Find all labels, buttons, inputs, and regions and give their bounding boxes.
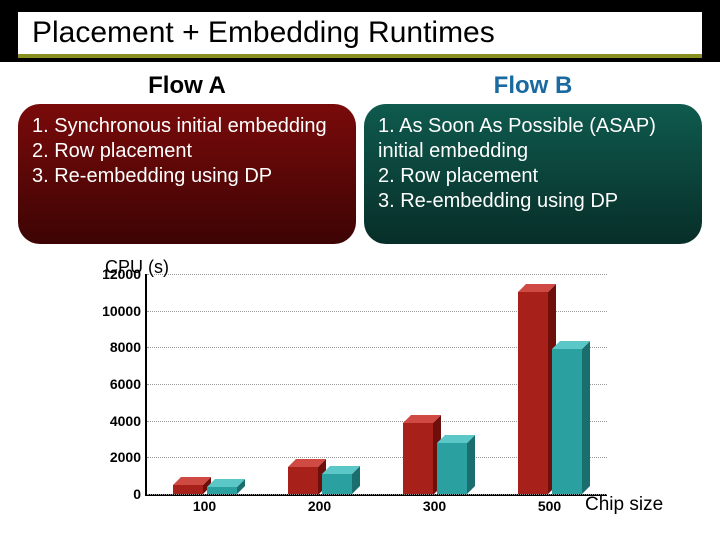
chart-xlabel: Chip size bbox=[585, 494, 663, 516]
ytick-label: 12000 bbox=[102, 266, 147, 282]
flow-a-box: 1. Synchronous initial embedding2. Row p… bbox=[18, 104, 356, 244]
flow-b-box: 1. As Soon As Possible (ASAP) initial em… bbox=[364, 104, 702, 244]
ytick-label: 2000 bbox=[110, 449, 147, 465]
bar-group: 100 bbox=[147, 274, 262, 494]
ytick-label: 10000 bbox=[102, 303, 147, 319]
xtick-label: 300 bbox=[377, 494, 492, 514]
ytick-label: 4000 bbox=[110, 413, 147, 429]
flow-b-heading: Flow B bbox=[364, 72, 702, 100]
xtick-label: 100 bbox=[147, 494, 262, 514]
bar-group: 300 bbox=[377, 274, 492, 494]
ytick-label: 6000 bbox=[110, 376, 147, 392]
flow-b-column: Flow B 1. As Soon As Possible (ASAP) ini… bbox=[364, 72, 702, 244]
bar-flow-a bbox=[288, 467, 318, 495]
ytick-label: 0 bbox=[133, 486, 147, 502]
title-bar: Placement + Embedding Runtimes bbox=[0, 0, 720, 62]
bar-flow-b bbox=[207, 487, 237, 494]
bar-flow-a bbox=[518, 292, 548, 494]
columns: Flow A 1. Synchronous initial embedding2… bbox=[0, 62, 720, 250]
chart: 020004000600080001000012000100200300500 bbox=[95, 274, 625, 496]
ytick-label: 8000 bbox=[110, 339, 147, 355]
bar-flow-b bbox=[322, 474, 352, 494]
bar-flow-a bbox=[173, 485, 203, 494]
bar-group: 200 bbox=[262, 274, 377, 494]
bar-flow-a bbox=[403, 423, 433, 495]
bar-flow-b bbox=[437, 443, 467, 494]
bar-flow-b bbox=[552, 349, 582, 494]
slide-title: Placement + Embedding Runtimes bbox=[18, 12, 702, 58]
xtick-label: 200 bbox=[262, 494, 377, 514]
flow-a-column: Flow A 1. Synchronous initial embedding2… bbox=[18, 72, 356, 244]
slide: Placement + Embedding Runtimes Flow A 1.… bbox=[0, 0, 720, 540]
flow-a-heading: Flow A bbox=[18, 72, 356, 100]
bar-groups: 100200300500 bbox=[147, 274, 607, 494]
bar-group: 500 bbox=[492, 274, 607, 494]
